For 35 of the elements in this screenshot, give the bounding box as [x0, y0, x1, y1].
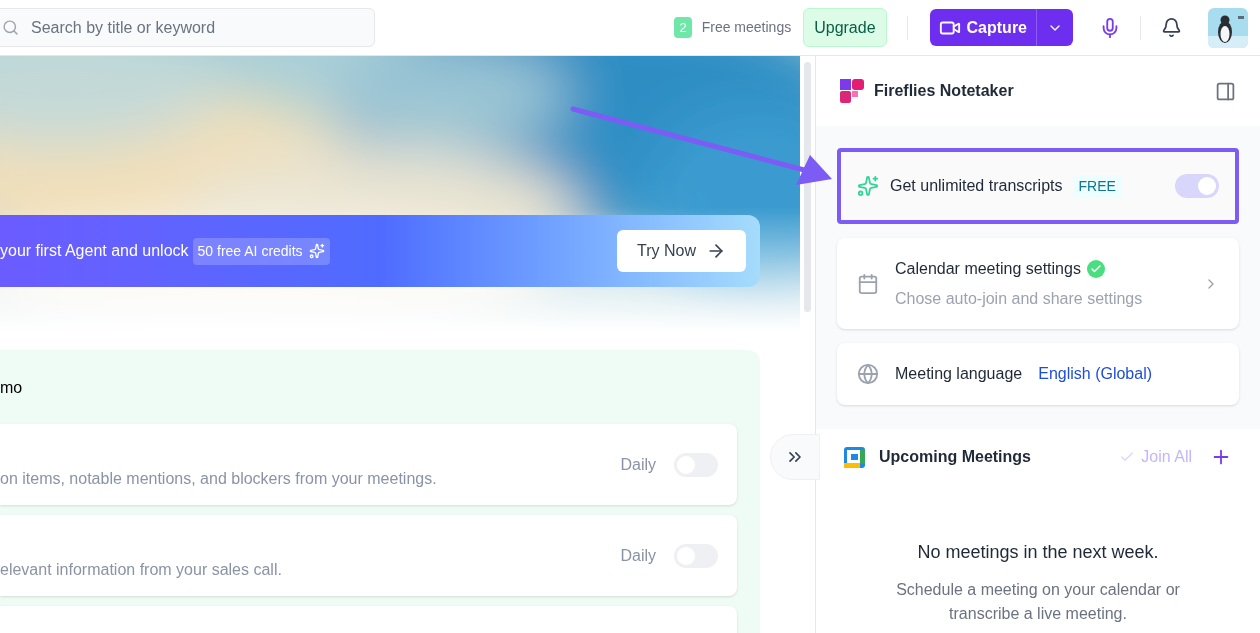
empty-text: Schedule a meeting on your calendar or transcribe a live meeting. — [895, 580, 1181, 624]
banner-text: your first Agent and unlock — [0, 241, 189, 261]
sparkle-icon — [308, 243, 325, 259]
calendar-settings-card[interactable]: Calendar meeting settings Chose auto-join and share settings — [837, 238, 1239, 329]
search-field[interactable]: Search by title or keyword — [0, 8, 375, 47]
credits-tag: 50 free AI credits — [192, 237, 330, 265]
calendar-icon — [857, 272, 879, 295]
digest-description: elevant information from your sales call. — [0, 559, 282, 580]
free-tag: FREE — [1072, 174, 1122, 198]
upgrade-button[interactable]: Upgrade — [803, 8, 887, 47]
upcoming-meetings-title: Upcoming Meetings — [879, 447, 1031, 467]
frequency-label: Daily — [620, 454, 656, 475]
sparkle-icon — [857, 175, 879, 197]
empty-title: No meetings in the next week. — [916, 541, 1160, 564]
transcripts-label: Get unlimited transcripts — [890, 176, 1063, 196]
scrollbar-thumb[interactable] — [804, 62, 811, 312]
free-meetings-label: Free meetings — [701, 18, 792, 37]
toggle-switch[interactable] — [1175, 174, 1219, 198]
language-link[interactable]: English (Global) — [1038, 362, 1153, 386]
bell-icon — [1160, 17, 1182, 38]
meeting-language-label: Meeting language — [895, 364, 1023, 384]
panel-toggle-icon[interactable] — [1215, 80, 1236, 102]
digest-description: on items, notable mentions, and blockers from your meetings. — [0, 468, 437, 489]
count-badge: 2 — [674, 16, 692, 39]
search-icon — [2, 19, 19, 36]
calendar-settings-title: Calendar meeting settings — [895, 258, 1081, 279]
panel-title: Fireflies Notetaker — [874, 81, 1014, 101]
globe-icon — [857, 363, 879, 385]
calendar-app-icon — [844, 446, 865, 468]
logo-icon — [840, 79, 864, 103]
frequency-label: Daily — [620, 545, 656, 566]
try-now-button[interactable]: Try Now — [617, 230, 746, 272]
calendar-settings-subtitle: Chose auto-join and share settings — [895, 288, 1143, 309]
section-title: mo — [0, 378, 24, 398]
expand-panel-button[interactable] — [770, 434, 820, 480]
